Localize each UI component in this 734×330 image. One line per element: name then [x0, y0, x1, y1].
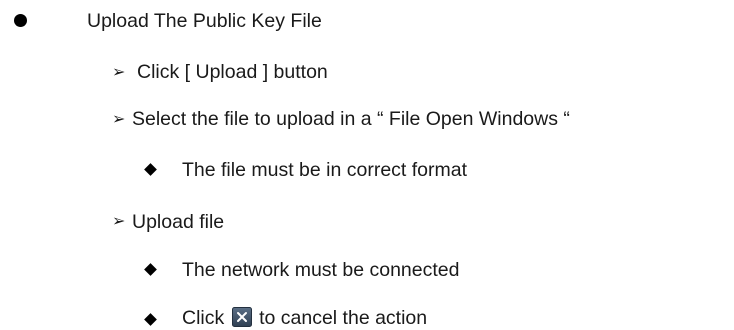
diamond-bullet-icon: [144, 313, 157, 326]
step-upload-file: Upload file: [132, 211, 225, 233]
section-title: Upload The Public Key File: [87, 10, 322, 32]
note-cancel-after: to cancel the action: [259, 307, 428, 329]
diamond-bullet-icon: [144, 163, 157, 176]
arrow-bullet-icon: ➢: [112, 111, 126, 128]
bullet-dot: [14, 14, 27, 27]
note-correct-format: The file must be in correct format: [182, 159, 468, 181]
step-click-upload: Click [ Upload ] button: [137, 61, 328, 83]
arrow-bullet-icon: ➢: [112, 64, 126, 81]
step-select-file: Select the file to upload in a “ File Op…: [132, 108, 570, 130]
note-cancel-action: Click to cancel the action: [182, 306, 427, 330]
diamond-bullet-icon: [144, 263, 157, 276]
note-cancel-before: Click: [182, 307, 225, 329]
close-icon: [231, 307, 252, 327]
arrow-bullet-icon: ➢: [112, 213, 126, 230]
note-network-connected: The network must be connected: [182, 259, 460, 281]
